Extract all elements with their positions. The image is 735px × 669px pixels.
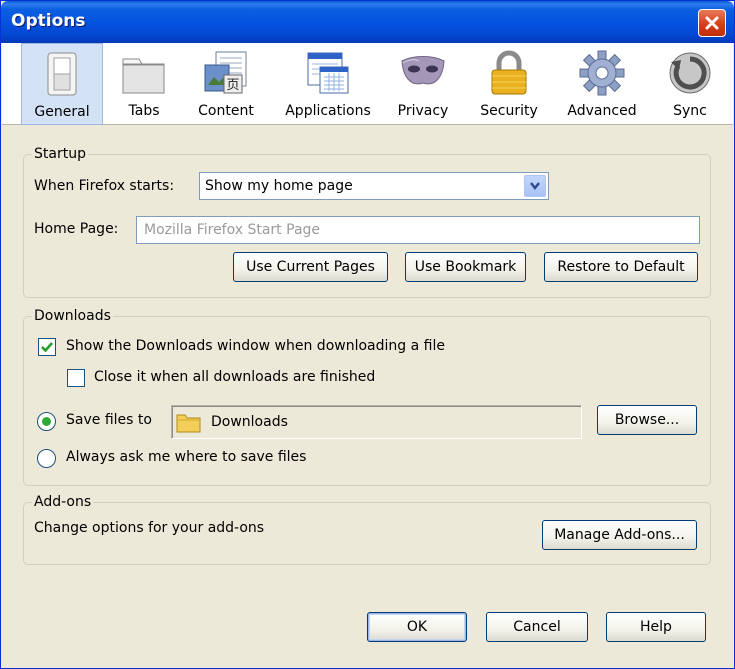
pane-label: Tabs [128, 103, 160, 119]
browse-button[interactable]: Browse... [597, 405, 697, 435]
ok-button[interactable]: OK [367, 612, 467, 642]
close-icon [705, 16, 719, 30]
title-bar[interactable]: Options [1, 1, 734, 43]
window-title: Options [11, 11, 86, 31]
dropdown-arrow[interactable] [524, 175, 546, 197]
downloads-title: Downloads [32, 308, 113, 324]
pane-label: General [34, 104, 90, 120]
addons-title: Add-ons [32, 494, 94, 510]
close-when-done-label: Close it when all downloads are finished [94, 369, 376, 385]
pane-privacy[interactable]: Privacy [387, 43, 459, 125]
pane-label: Security [480, 103, 538, 119]
home-page-input[interactable]: Mozilla Firefox Start Page [136, 216, 700, 244]
pane-advanced[interactable]: Advanced [557, 43, 647, 125]
close-when-done-checkbox[interactable] [67, 369, 85, 387]
switch-icon [47, 52, 77, 96]
chevron-down-icon [530, 182, 540, 191]
pane-content[interactable]: 页 Content [188, 43, 264, 125]
pane-label: Sync [673, 103, 707, 119]
home-page-placeholder: Mozilla Firefox Start Page [144, 222, 321, 238]
gear-icon [579, 50, 625, 96]
pane-general[interactable]: General [21, 43, 103, 125]
show-downloads-checkbox[interactable] [38, 338, 56, 356]
always-ask-radio[interactable] [37, 449, 56, 468]
close-button[interactable] [698, 9, 726, 37]
checkmark-icon [41, 342, 53, 353]
save-files-label: Save files to [66, 412, 152, 428]
manage-addons-button[interactable]: Manage Add-ons... [542, 520, 697, 550]
startup-select[interactable]: Show my home page [199, 172, 549, 200]
pane-toolbar: General Tabs 页 Content Applications Priv… [2, 43, 733, 125]
pane-security[interactable]: Security [469, 43, 549, 125]
mask-icon [401, 56, 445, 85]
pane-applications[interactable]: Applications [280, 43, 376, 125]
pane-label: Applications [285, 103, 371, 119]
show-downloads-label: Show the Downloads window when downloadi… [66, 338, 445, 354]
startup-title: Startup [32, 146, 88, 162]
options-window: Options General Tabs 页 Content Applicati… [0, 0, 735, 669]
use-bookmark-button[interactable]: Use Bookmark [405, 252, 526, 282]
home-page-label: Home Page: [34, 221, 119, 237]
save-path-value: Downloads [211, 414, 288, 430]
content-icon: 页 [204, 51, 247, 94]
svg-text:页: 页 [226, 78, 239, 93]
restore-default-button[interactable]: Restore to Default [544, 252, 698, 282]
always-ask-label: Always ask me where to save files [66, 449, 307, 465]
pane-label: Privacy [397, 103, 449, 119]
save-path-field[interactable]: Downloads [171, 405, 582, 439]
cancel-button[interactable]: Cancel [486, 612, 588, 642]
folder-icon [176, 414, 201, 433]
pane-label: Advanced [567, 103, 637, 119]
pane-tabs[interactable]: Tabs [104, 43, 184, 125]
padlock-icon [491, 50, 527, 95]
use-current-pages-button[interactable]: Use Current Pages [233, 252, 388, 282]
help-button[interactable]: Help [606, 612, 706, 642]
pane-label: Content [198, 103, 254, 119]
startup-select-value: Show my home page [205, 178, 353, 194]
sync-icon [669, 52, 711, 94]
addons-description: Change options for your add-ons [34, 520, 265, 536]
when-starts-label: When Firefox starts: [34, 178, 175, 194]
pane-sync[interactable]: Sync [657, 43, 723, 125]
save-files-radio[interactable] [37, 412, 56, 431]
tabs-icon [122, 58, 165, 94]
applications-icon [307, 52, 349, 94]
